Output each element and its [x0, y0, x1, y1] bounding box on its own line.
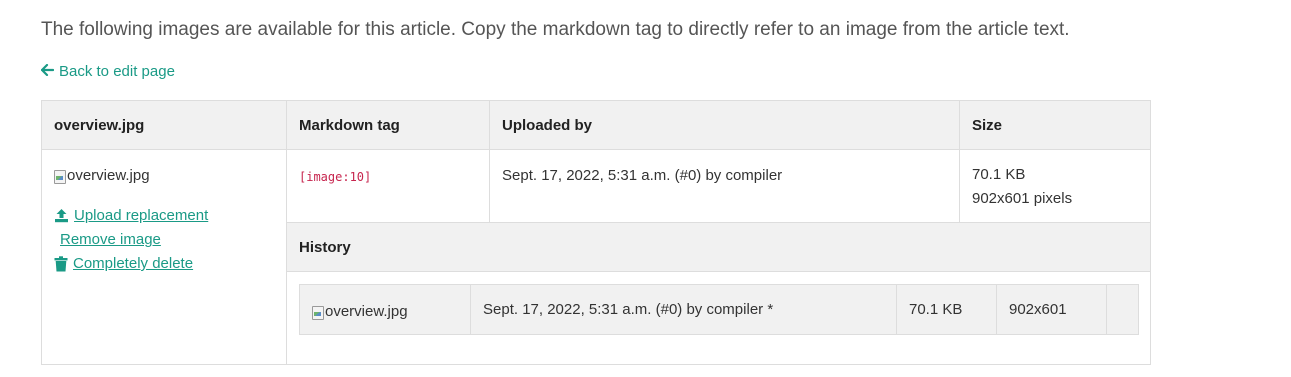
- broken-image-icon: [312, 305, 324, 320]
- back-link-label: Back to edit page: [59, 63, 175, 80]
- uploaded-by-cell: Sept. 17, 2022, 5:31 a.m. (#0) by compil…: [489, 150, 959, 223]
- history-image-alt: overview.jpg: [325, 303, 408, 320]
- image-name-header: overview.jpg: [42, 101, 286, 150]
- history-size-text: 70.1 KB: [909, 301, 963, 318]
- remove-image-label: Remove image: [60, 231, 161, 248]
- completely-delete-link[interactable]: Completely delete: [54, 255, 193, 272]
- markdown-tag-header-text: Markdown tag: [299, 117, 400, 134]
- image-actions-cell: overview.jpg Upload replacement Remove i…: [42, 150, 286, 364]
- history-row-actions: [1106, 285, 1138, 334]
- markdown-tag-header: Markdown tag: [286, 101, 489, 150]
- trash-icon: [54, 255, 68, 272]
- history-uploaded-text: Sept. 17, 2022, 5:31 a.m. (#0) by compil…: [483, 301, 774, 318]
- uploaded-by-header: Uploaded by: [489, 101, 959, 150]
- history-header: History: [286, 223, 1150, 272]
- markdown-tag-code[interactable]: [image:10]: [299, 170, 371, 184]
- size-header: Size: [959, 101, 1150, 150]
- image-alt-text: overview.jpg: [67, 167, 150, 184]
- image-table: overview.jpg Markdown tag Uploaded by Si…: [41, 100, 1151, 365]
- history-body: overview.jpg Sept. 17, 2022, 5:31 a.m. (…: [286, 272, 1150, 364]
- uploaded-by-text: Sept. 17, 2022, 5:31 a.m. (#0) by compil…: [502, 167, 783, 184]
- history-row-image: overview.jpg: [300, 285, 470, 334]
- upload-replacement-label: Upload replacement: [74, 207, 209, 224]
- size-header-text: Size: [972, 117, 1003, 134]
- markdown-tag-cell[interactable]: [image:10]: [286, 150, 489, 223]
- history-row-size: 70.1 KB: [896, 285, 996, 334]
- history-table: overview.jpg Sept. 17, 2022, 5:31 a.m. (…: [299, 284, 1139, 335]
- broken-image-icon: [54, 169, 66, 184]
- image-thumbnail: overview.jpg: [54, 167, 150, 184]
- history-dimensions-text: 902x601: [1009, 301, 1067, 318]
- arrow-left-icon: [40, 63, 55, 80]
- completely-delete-label: Completely delete: [73, 255, 194, 272]
- history-row-uploaded: Sept. 17, 2022, 5:31 a.m. (#0) by compil…: [470, 285, 896, 334]
- history-title: History: [299, 239, 351, 256]
- size-cell: 70.1 KB 902x601 pixels: [959, 150, 1150, 223]
- image-name-header-text: overview.jpg: [54, 117, 145, 134]
- upload-replacement-link[interactable]: Upload replacement: [54, 207, 208, 224]
- intro-text: The following images are available for t…: [41, 19, 1070, 40]
- upload-icon: [54, 208, 69, 223]
- image-dimensions-text: 902x601 pixels: [972, 190, 1073, 207]
- history-row-dimensions: 902x601: [996, 285, 1106, 334]
- uploaded-by-header-text: Uploaded by: [502, 117, 593, 134]
- remove-image-link[interactable]: Remove image: [60, 231, 161, 248]
- file-size-text: 70.1 KB: [972, 166, 1026, 183]
- back-to-edit-link[interactable]: Back to edit page: [40, 63, 175, 80]
